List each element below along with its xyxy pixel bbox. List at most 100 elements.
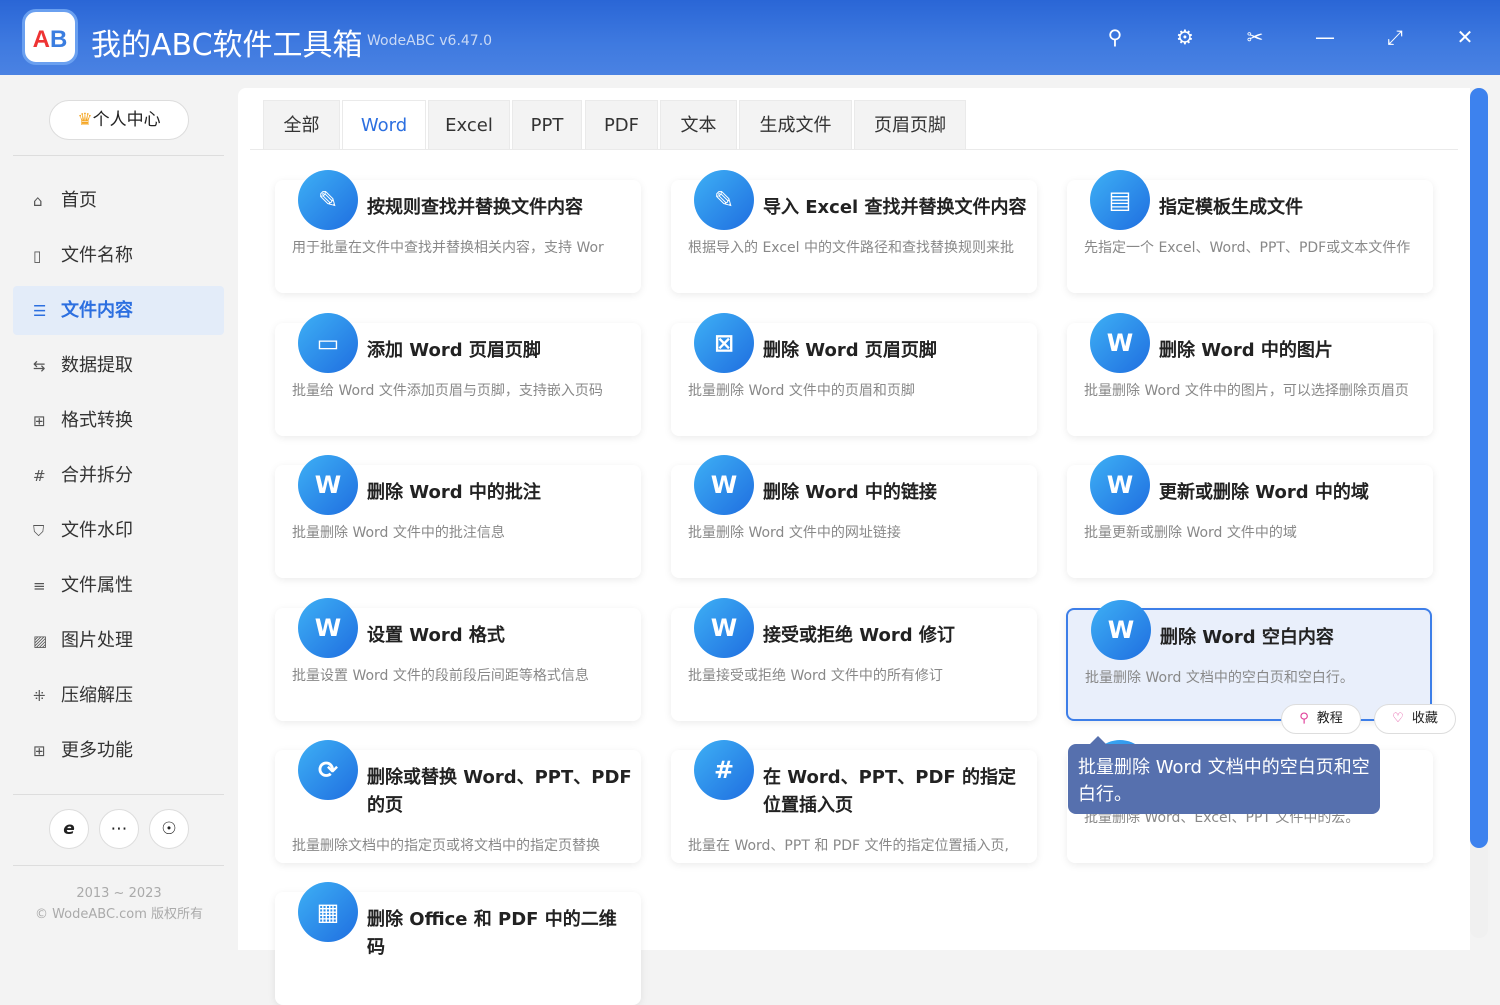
tool-card[interactable]: ▦ 删除 Office 和 PDF 中的二维码 [275, 882, 641, 1005]
network-icon[interactable]: ☉ [149, 809, 189, 849]
tool-title: 删除或替换 Word、PPT、PDF 的页 [367, 767, 632, 816]
gear-icon[interactable]: ⚙ [1173, 25, 1197, 49]
tool-description: 批量更新或删除 Word 文件中的域 [1084, 525, 1297, 541]
sidebar-item-10[interactable]: ⊞ 更多功能 [13, 726, 224, 775]
tool-description: 批量删除 Word 文档中的空白页和空白行。 [1085, 670, 1354, 686]
crown-icon: ♛ [77, 110, 93, 130]
tool-title: 删除 Word 页眉页脚 [763, 340, 937, 361]
tool-title: 指定模板生成文件 [1159, 197, 1303, 218]
tab-5[interactable]: 文本 [660, 100, 737, 150]
sidebar-item-4[interactable]: ⊞ 格式转换 [13, 396, 224, 445]
tool-title: 在 Word、PPT、PDF 的指定位置插入页 [763, 767, 1016, 816]
sidebar-item-label: 首页 [61, 190, 97, 211]
tab-7[interactable]: 页眉页脚 [854, 100, 966, 150]
search-icon[interactable]: ⚲ [1103, 25, 1127, 49]
sidebar-item-5[interactable]: # 合并拆分 [13, 451, 224, 500]
sidebar-item-label: 文件名称 [61, 245, 133, 266]
chat-icon[interactable]: ⋯ [99, 809, 139, 849]
tab-4[interactable]: PDF [585, 100, 658, 150]
tool-icon: W [1090, 455, 1150, 515]
sidebar: ♛个人中心 ⌂ 首页 ▯ 文件名称 ☰ 文件内容 ⇆ 数据提取 ⊞ 格式转换 # 合并拆分 ⛉ 文件水印 ≡… [0, 75, 238, 950]
sidebar-item-label: 合并拆分 [61, 465, 133, 486]
tab-0[interactable]: 全部 [263, 100, 340, 150]
scissors-icon[interactable]: ✂ [1243, 25, 1267, 49]
tool-description: 批量删除文档中的指定页或将文档中的指定页替换 [292, 838, 600, 854]
tool-card[interactable]: ✎ 按规则查找并替换文件内容 用于批量在文件中查找并替换相关内容，支持 Wor [275, 170, 641, 293]
tool-title: 更新或删除 Word 中的域 [1159, 482, 1369, 503]
tool-card[interactable]: W 删除 Word 中的链接 批量删除 Word 文件中的网址链接 [671, 455, 1037, 578]
tool-icon: W [298, 455, 358, 515]
maximize-icon[interactable]: ⤢ [1383, 25, 1407, 49]
sidebar-item-9[interactable]: ⁜ 压缩解压 [13, 671, 224, 720]
tool-description: 批量给 Word 文件添加页眉与页脚，支持嵌入页码 [292, 383, 603, 399]
tool-icon: ✎ [298, 170, 358, 230]
tool-card[interactable]: W 设置 Word 格式批量设置 Word 文件的段前段后间距等格式信息 [275, 598, 641, 721]
tool-icon: W [1091, 600, 1151, 660]
sidebar-item-2[interactable]: ☰ 文件内容 [13, 286, 224, 335]
image-icon: ▨ [33, 632, 48, 650]
sidebar-item-label: 图片处理 [61, 630, 133, 651]
watermark-icon: ⛉ [33, 522, 45, 540]
close-icon[interactable]: ✕ [1453, 25, 1477, 49]
tool-card[interactable]: W 更新或删除 Word 中的域批量更新或删除 Word 文件中的域 [1067, 455, 1433, 578]
extract-icon: ⇆ [33, 357, 46, 375]
tool-icon: ⟳ [298, 740, 358, 800]
tool-icon: ✎ [694, 170, 754, 230]
tool-icon: ▭ [298, 313, 358, 373]
home-icon: ⌂ [33, 192, 43, 210]
user-center-label: 个人中心 [92, 110, 161, 130]
tool-card[interactable]: ⊠ 删除 Word 页眉页脚 批量删除 Word 文件中的页眉和页脚 [671, 313, 1037, 436]
tool-description: 根据导入的 Excel 中的文件路径和查找替换规则来批 [688, 240, 1014, 256]
tutorial-button[interactable]: ⚲ 教程 [1281, 704, 1361, 734]
tool-card[interactable]: W 删除 Word 中的批注 批量删除 Word 文件中的批注信息 [275, 455, 641, 578]
tool-card[interactable]: ▤ 指定模板生成文件 先指定一个 Excel、Word、PPT、PDF或文本文件作 [1067, 170, 1433, 293]
tool-card[interactable]: W 接受或拒绝 Word 修订 批量接受或拒绝 Word 文件中的所有修订 [671, 598, 1037, 721]
tool-title: 删除 Word 中的批注 [367, 482, 541, 503]
sidebar-item-6[interactable]: ⛉ 文件水印 [13, 506, 224, 555]
minimize-icon[interactable]: — [1313, 25, 1337, 49]
convert-icon: ⊞ [33, 412, 46, 430]
heart-icon: ♡ [1392, 711, 1404, 726]
tool-description: 批量删除 Word 文件中的网址链接 [688, 525, 901, 541]
tool-card[interactable]: ✎ 导入 Excel 查找并替换文件内容根据导入的 Excel 中的文件路径和查找… [671, 170, 1037, 293]
lightbulb-icon: ⚲ [1299, 711, 1309, 726]
tool-icon: ⊠ [694, 313, 754, 373]
tool-description: 批量接受或拒绝 Word 文件中的所有修订 [688, 668, 943, 684]
sidebar-item-8[interactable]: ▨ 图片处理 [13, 616, 224, 665]
tab-2[interactable]: Excel [428, 100, 510, 150]
tool-card[interactable]: ⟳ 删除或替换 Word、PPT、PDF 的页批量删除文档中的指定页或将文档中的指… [275, 740, 641, 863]
scrollbar-thumb[interactable] [1470, 88, 1488, 848]
tool-card[interactable]: # 在 Word、PPT、PDF 的指定位置插入页 批量在 Word、PPT 和 P… [671, 740, 1037, 863]
sidebar-item-label: 数据提取 [61, 355, 133, 376]
tool-title: 接受或拒绝 Word 修订 [763, 625, 955, 646]
tool-icon: ▦ [298, 882, 358, 942]
sidebar-item-1[interactable]: ▯ 文件名称 [13, 231, 224, 280]
tool-description: 批量删除 Word 文件中的图片，可以选择删除页眉页 [1084, 383, 1409, 399]
tool-card[interactable]: W 删除 Word 空白内容 批量删除 Word 文档中的空白页和空白行。 [1066, 600, 1432, 721]
browser-icon[interactable]: e [49, 809, 89, 849]
tab-1[interactable]: Word [342, 100, 426, 150]
tool-title: 导入 Excel 查找并替换文件内容 [763, 197, 1027, 218]
compress-icon: ⁜ [33, 687, 46, 705]
sidebar-item-0[interactable]: ⌂ 首页 [13, 176, 224, 225]
file-content-icon: ☰ [33, 302, 47, 320]
tool-description: 批量在 Word、PPT 和 PDF 文件的指定位置插入页, [688, 838, 1009, 854]
tool-icon: W [298, 598, 358, 658]
favorite-label: 收藏 [1411, 711, 1438, 726]
tool-card[interactable]: ▭ 添加 Word 页眉页脚 批量给 Word 文件添加页眉与页脚，支持嵌入页码 [275, 313, 641, 436]
favorite-button[interactable]: ♡ 收藏 [1374, 704, 1456, 734]
sidebar-item-7[interactable]: ≡ 文件属性 [13, 561, 224, 610]
tool-title: 设置 Word 格式 [367, 625, 505, 646]
sidebar-item-3[interactable]: ⇆ 数据提取 [13, 341, 224, 390]
sidebar-item-label: 文件水印 [61, 520, 133, 541]
app-title: 我的ABC软件工具箱 [91, 28, 363, 63]
sidebar-item-label: 文件内容 [61, 300, 133, 321]
tab-3[interactable]: PPT [512, 100, 582, 150]
tab-6[interactable]: 生成文件 [739, 100, 852, 150]
divider [250, 149, 1458, 150]
tool-card[interactable]: W 删除 Word 中的图片 批量删除 Word 文件中的图片，可以选择删除页眉页 [1067, 313, 1433, 436]
user-center-button[interactable]: ♛个人中心 [49, 100, 189, 140]
scrollbar[interactable] [1470, 88, 1488, 938]
tool-description: 批量设置 Word 文件的段前段后间距等格式信息 [292, 668, 589, 684]
title-bar: AB 我的ABC软件工具箱 WodeABC v6.47.0 ⚲ ⚙ ✂ — ⤢ … [0, 0, 1500, 75]
